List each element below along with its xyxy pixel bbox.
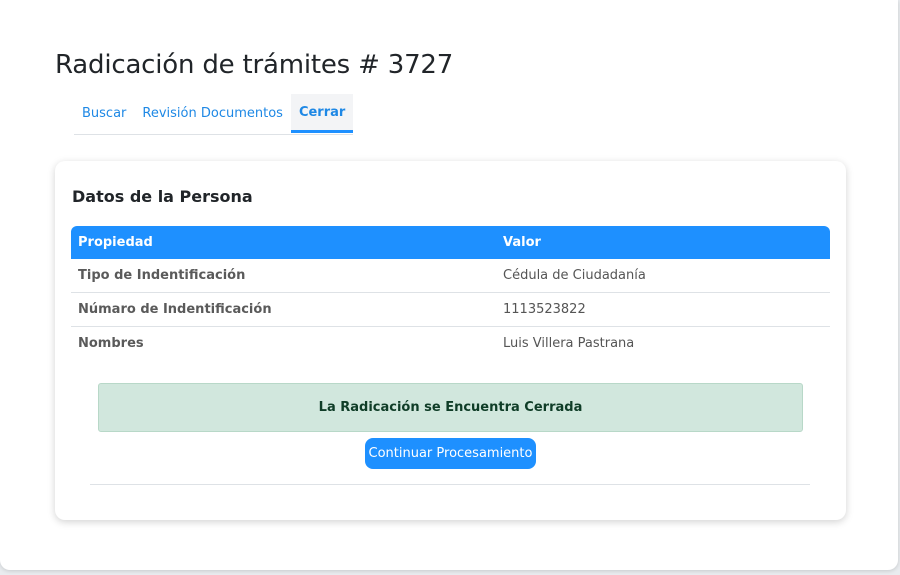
divider: [90, 484, 810, 485]
value-cell: Luis Villera Pastrana: [503, 336, 635, 351]
value-cell: Cédula de Ciudadanía: [496, 259, 830, 293]
tab-revision-documentos[interactable]: Revisión Documentos: [134, 94, 291, 133]
tab-buscar[interactable]: Buscar: [74, 94, 134, 133]
continue-processing-button[interactable]: Continuar Procesamiento: [365, 438, 536, 469]
person-properties-table: Propiedad Valor Tipo de Indentificación …: [71, 226, 830, 360]
column-header-valor: Valor: [496, 226, 830, 259]
property-cell: Númaro de Indentificación: [71, 292, 496, 327]
card-title: Datos de la Persona: [72, 187, 253, 206]
property-cell: Nombres: [78, 336, 144, 351]
property-cell: Tipo de Indentificación: [71, 259, 496, 293]
column-header-propiedad: Propiedad: [71, 226, 496, 259]
person-data-card: Datos de la Persona Propiedad Valor Tipo…: [55, 161, 846, 520]
table-row: Tipo de Indentificación Cédula de Ciudad…: [71, 259, 830, 293]
table-row: Númaro de Indentificación 1113523822: [71, 292, 830, 327]
tab-bar: Buscar Revisión Documentos Cerrar: [74, 94, 354, 135]
page-container: Radicación de trámites # 3727 Buscar Rev…: [0, 0, 898, 570]
table-header-row: Propiedad Valor: [71, 226, 830, 259]
closed-status-alert: La Radicación se Encuentra Cerrada: [98, 383, 803, 432]
table-row: Nombres Luis Villera Pastrana: [71, 327, 830, 361]
tab-cerrar[interactable]: Cerrar: [290, 94, 354, 133]
value-cell: 1113523822: [496, 292, 830, 327]
page-title: Radicación de trámites # 3727: [55, 50, 454, 80]
